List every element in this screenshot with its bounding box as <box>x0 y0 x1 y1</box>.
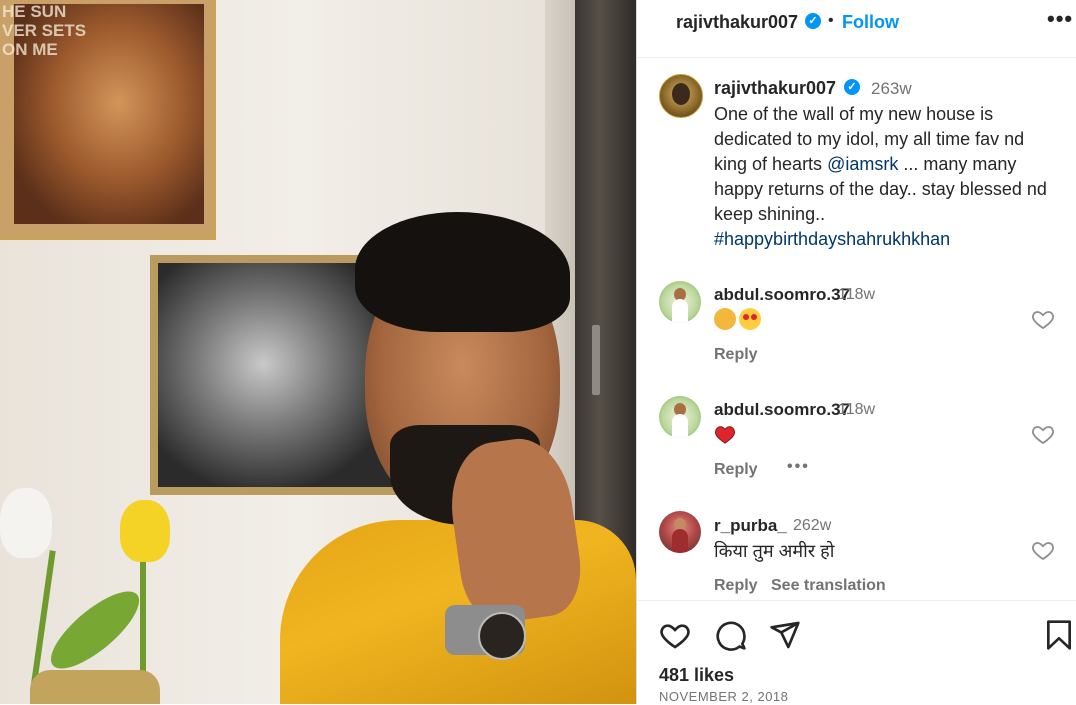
reply-button[interactable]: Reply <box>714 577 758 595</box>
comment-timestamp[interactable]: 118w <box>838 401 875 419</box>
photo-watch-face <box>478 612 526 660</box>
photo-yellow-tulip <box>120 500 170 562</box>
comment-text <box>714 308 764 331</box>
avatar[interactable] <box>659 281 701 323</box>
mention-link[interactable]: @iamsrk <box>827 154 898 174</box>
post-viewer: HE SUN VER SETS ON ME rajivthakur007 ✓ •… <box>0 0 1076 704</box>
comment-more-options-icon[interactable]: ••• <box>787 458 810 476</box>
heart-icon[interactable] <box>1031 307 1055 331</box>
photo-white-tulip <box>0 488 52 558</box>
comment-text: किया तुम अमीर हो <box>714 541 835 561</box>
clapping-hands-icon <box>714 308 736 331</box>
photo-poster: HE SUN VER SETS ON ME <box>0 0 216 240</box>
bookmark-icon[interactable] <box>1043 619 1075 651</box>
heart-icon[interactable] <box>659 619 691 651</box>
avatar[interactable] <box>659 511 701 553</box>
comment-text <box>714 423 739 444</box>
reply-button[interactable]: Reply <box>714 346 758 364</box>
heart-eyes-icon <box>739 308 761 331</box>
reply-button[interactable]: Reply <box>714 461 758 479</box>
avatar[interactable] <box>659 396 701 438</box>
see-translation-button[interactable]: See translation <box>771 577 886 595</box>
heart-icon[interactable] <box>1031 422 1055 446</box>
follow-button[interactable]: Follow <box>842 12 899 33</box>
comment-timestamp[interactable]: 262w <box>793 517 831 535</box>
caption-username[interactable]: rajivthakur007 <box>714 78 836 99</box>
comment-username[interactable]: r_purba_ <box>714 516 787 536</box>
avatar[interactable] <box>659 74 703 118</box>
heart-icon[interactable] <box>1031 538 1055 562</box>
red-heart-icon <box>715 426 735 444</box>
comment-timestamp[interactable]: 118w <box>838 286 875 304</box>
share-icon[interactable] <box>769 619 801 651</box>
verified-icon: ✓ <box>844 79 860 95</box>
header-username[interactable]: rajivthakur007 <box>676 12 798 33</box>
caption-timestamp[interactable]: 263w <box>871 79 912 99</box>
photo-vase <box>30 670 160 704</box>
post-header: rajivthakur007 ✓ • Follow ••• <box>637 0 1076 46</box>
header-divider <box>637 57 1076 58</box>
comment-username[interactable]: abdul.soomro.37 <box>714 285 850 305</box>
caption-text: One of the wall of my new house is dedic… <box>714 102 1059 252</box>
poster-text: HE SUN VER SETS ON ME <box>2 2 87 59</box>
photo-hinge <box>592 325 600 395</box>
comment-username[interactable]: abdul.soomro.37 <box>714 400 850 420</box>
likes-count[interactable]: 481 likes <box>659 665 734 686</box>
post-actions: 481 likes NOVEMBER 2, 2018 <box>637 600 1076 705</box>
post-side-panel: rajivthakur007 ✓ • Follow ••• rajivthaku… <box>636 0 1076 704</box>
header-separator-dot: • <box>828 12 834 29</box>
hashtag-link[interactable]: #happybirthdayshahrukhkhan <box>714 229 950 249</box>
post-photo[interactable]: HE SUN VER SETS ON ME <box>0 0 636 704</box>
photo-person-hair <box>355 212 570 332</box>
verified-icon: ✓ <box>805 13 821 29</box>
post-date[interactable]: NOVEMBER 2, 2018 <box>659 689 788 704</box>
comment-icon[interactable] <box>715 619 747 651</box>
more-options-icon[interactable]: ••• <box>1047 6 1073 32</box>
